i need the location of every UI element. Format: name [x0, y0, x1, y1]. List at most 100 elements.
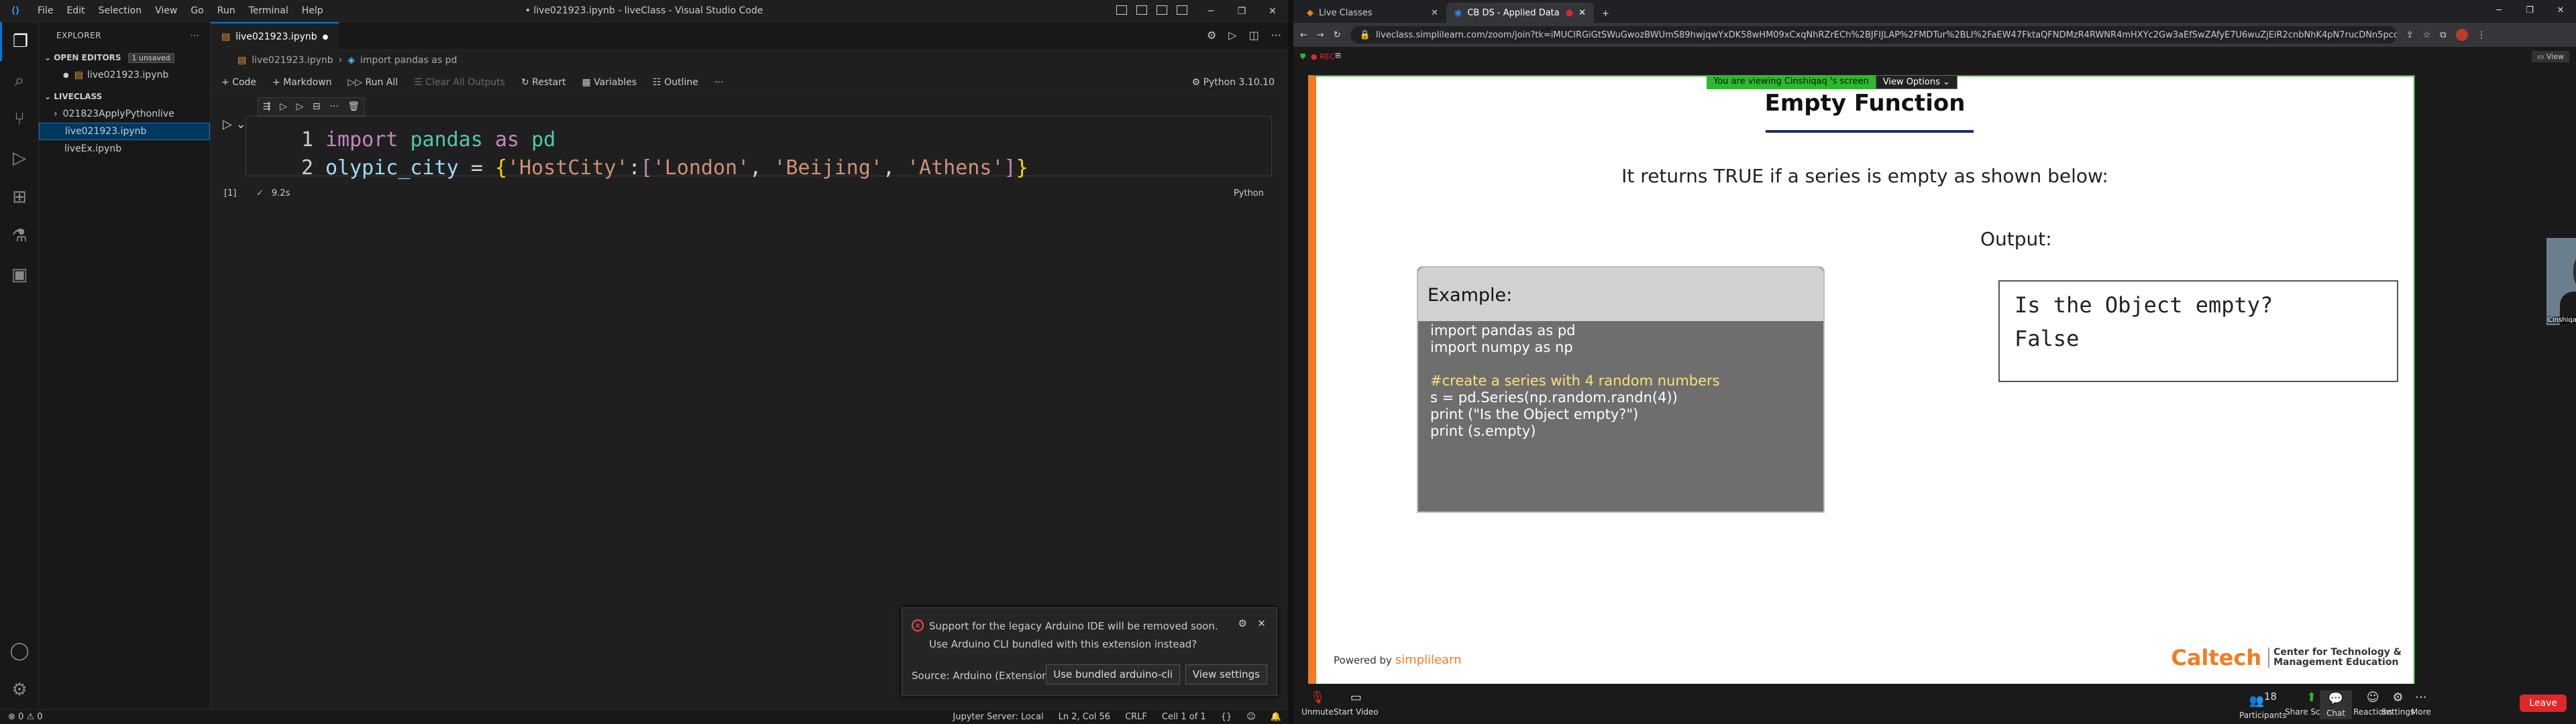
delete-cell-icon[interactable]: 🗑 [347, 101, 360, 112]
menu-item-view[interactable]: View [148, 5, 184, 16]
unmute-button[interactable]: 🎙 Unmute [1301, 690, 1334, 717]
cell-position[interactable]: Cell 1 of 1 [1162, 712, 1206, 722]
open-editors-section[interactable]: ⌄ OPEN EDITORS 1 unsaved [39, 49, 210, 66]
minimize-icon[interactable]: ─ [2483, 0, 2514, 20]
breadcrumb-cell[interactable]: import pandas as pd [360, 55, 457, 66]
testing-icon[interactable]: ⚗ [0, 217, 39, 255]
extensions-puzzle-icon[interactable]: ⧉ [2440, 30, 2446, 40]
chat-button[interactable]: 💬 Chat [2320, 690, 2353, 719]
open-editor-item[interactable]: ● ▤ live021923.ipynb [39, 66, 210, 84]
settings-button[interactable]: ⚙ Settings [2381, 690, 2414, 717]
grid-icon[interactable]: ⊞ [1335, 51, 1341, 60]
more-actions-icon[interactable]: ··· [191, 31, 199, 40]
menu-item-go[interactable]: Go [184, 5, 210, 16]
eol-status[interactable]: CRLF [1125, 712, 1147, 722]
braces-icon[interactable]: {} [1221, 712, 1232, 722]
code-editor[interactable]: 1 import pandas as pd 2 olypic_city = {'Hos… [286, 126, 1028, 182]
dirty-dot-icon[interactable]: ● [323, 34, 329, 41]
maximize-icon[interactable]: ❐ [2514, 0, 2545, 20]
more-actions-icon[interactable]: ··· [1271, 29, 1281, 42]
tree-item-folder[interactable]: › 021823ApplyPythonlive [39, 105, 210, 123]
customize-layout-icon[interactable] [1177, 5, 1187, 15]
view-settings-button[interactable]: View settings [1185, 664, 1267, 684]
menu-item-file[interactable]: File [31, 5, 60, 16]
url-input[interactable]: 🔒 livecIass.simplilearn.com/zoom/join?tk=… [1350, 26, 2397, 44]
start-video-button[interactable]: ▭ Start Video [1334, 690, 1379, 717]
tree-item-notebook[interactable]: liveEx.ipynb [39, 140, 210, 158]
menu-item-run[interactable]: Run [211, 5, 242, 16]
use-bundled-cli-button[interactable]: Use bundled arduino-cli [1046, 664, 1180, 684]
variables-button[interactable]: ▦ Variables [582, 77, 637, 88]
close-tab-icon[interactable]: ✕ [1578, 8, 1586, 18]
browser-tab-live-classes[interactable]: ◆ Live Classes ✕ [1299, 3, 1446, 23]
manage-gear-icon[interactable]: ⚙ [0, 670, 39, 709]
view-options-dropdown[interactable]: View Options ⌄ [1875, 75, 1957, 89]
chrome-menu-icon[interactable]: ⋮ [2477, 30, 2486, 40]
code-line[interactable]: 1 import pandas as pd [286, 126, 1028, 154]
add-markdown-button[interactable]: + Markdown [272, 77, 331, 88]
tree-item-notebook-selected[interactable]: live021923.ipynb [39, 123, 210, 140]
close-icon[interactable]: ✕ [1257, 617, 1266, 629]
run-debug-icon[interactable]: ▷ [0, 139, 39, 178]
profile-avatar[interactable] [2455, 29, 2468, 41]
toggle-panel-icon[interactable] [1136, 5, 1147, 15]
minimize-icon[interactable]: ─ [1195, 0, 1226, 22]
notification-settings-gear-icon[interactable]: ⚙ [1238, 617, 1247, 629]
feedback-icon[interactable]: ☺ [1246, 712, 1256, 722]
leave-button[interactable]: Leave [2520, 695, 2567, 712]
cursor-position[interactable]: Ln 2, Col 56 [1059, 712, 1110, 722]
participants-button[interactable]: 👥18 Participants [2239, 690, 2287, 720]
problems-status[interactable]: ⊗ 0 ⚠ 0 [8, 712, 43, 722]
more-button[interactable]: ··· More [2411, 690, 2431, 717]
add-code-button[interactable]: + Code [221, 77, 256, 88]
toggle-secondary-sidebar-icon[interactable] [1157, 5, 1167, 15]
run-icon[interactable]: ▷ [1228, 29, 1236, 42]
jupyter-server-status[interactable]: Jupyter Server: Local [953, 712, 1043, 722]
menu-item-terminal[interactable]: Terminal [242, 5, 295, 16]
view-button[interactable]: ▭ View [2532, 51, 2569, 62]
source-control-icon[interactable]: ⑂ [0, 100, 39, 139]
menu-item-selection[interactable]: Selection [92, 5, 149, 16]
liveclass-folder-section[interactable]: ⌄ LIVECLASS [39, 88, 210, 105]
kernel-picker[interactable]: ⚙ Python 3.10.10 [1192, 77, 1275, 88]
restart-button[interactable]: ↻ Restart [521, 77, 566, 88]
breadcrumb-file[interactable]: live021923.ipynb [252, 55, 333, 66]
run-cell-button[interactable]: ▷ ⌄ [223, 117, 246, 131]
execute-below-icon[interactable]: ▷ [297, 101, 304, 112]
code-cell[interactable]: 1 import pandas as pd 2 olypic_city = {'Hos… [246, 116, 1272, 180]
run-all-button[interactable]: ▷▷ Run All [348, 77, 398, 88]
participant-video[interactable]: Cinshiqaq [2546, 238, 2576, 325]
close-icon[interactable]: ✕ [1257, 0, 1288, 22]
explorer-icon[interactable]: ❐ [0, 22, 39, 61]
notifications-bell-icon[interactable]: 🔔 [1271, 712, 1281, 722]
share-icon[interactable]: ⇪ [2406, 30, 2414, 40]
close-tab-icon[interactable]: ✕ [1431, 8, 1438, 18]
split-editor-icon[interactable]: ◫ [1249, 29, 1259, 42]
split-cell-icon[interactable]: ⊟ [313, 101, 321, 112]
browser-tab-active[interactable]: ◉ CB DS - Applied Data Scien... ● ✕ [1446, 3, 1594, 23]
settings-gear-icon[interactable]: ⚙ [1207, 29, 1216, 42]
maximize-icon[interactable]: ❐ [1226, 0, 1257, 22]
run-by-line-icon[interactable]: ⇶ [263, 101, 271, 112]
new-tab-button[interactable]: + [1594, 9, 1617, 23]
tab-notebook[interactable]: ▤ live021923.ipynb ● [211, 22, 339, 50]
bookmark-star-icon[interactable]: ☆ [2423, 30, 2431, 40]
clear-outputs-button[interactable]: ☰ Clear All Outputs [414, 77, 505, 88]
account-icon[interactable]: ◯ [0, 631, 39, 670]
more-icon[interactable]: ··· [329, 101, 338, 112]
execute-above-icon[interactable]: ▷ [280, 101, 287, 112]
forward-icon[interactable]: → [1317, 30, 1324, 40]
reload-icon[interactable]: ↻ [1334, 30, 1341, 40]
code-line[interactable]: 2 olypic_city = {'HostCity':['London', 'B… [286, 154, 1028, 182]
cell-language[interactable]: Python [1234, 188, 1264, 198]
close-icon[interactable]: ✕ [2545, 0, 2576, 20]
extensions-icon[interactable]: ⊞ [0, 178, 39, 217]
remote-explorer-icon[interactable]: ▣ [0, 255, 39, 294]
menu-item-help[interactable]: Help [295, 5, 330, 16]
toggle-sidebar-icon[interactable] [1116, 5, 1127, 15]
outline-button[interactable]: ☷ Outline [653, 77, 698, 88]
back-icon[interactable]: ← [1300, 30, 1307, 40]
menu-item-edit[interactable]: Edit [60, 5, 91, 16]
search-icon[interactable]: ⌕ [0, 61, 39, 100]
more-actions-icon[interactable]: ··· [714, 77, 723, 88]
